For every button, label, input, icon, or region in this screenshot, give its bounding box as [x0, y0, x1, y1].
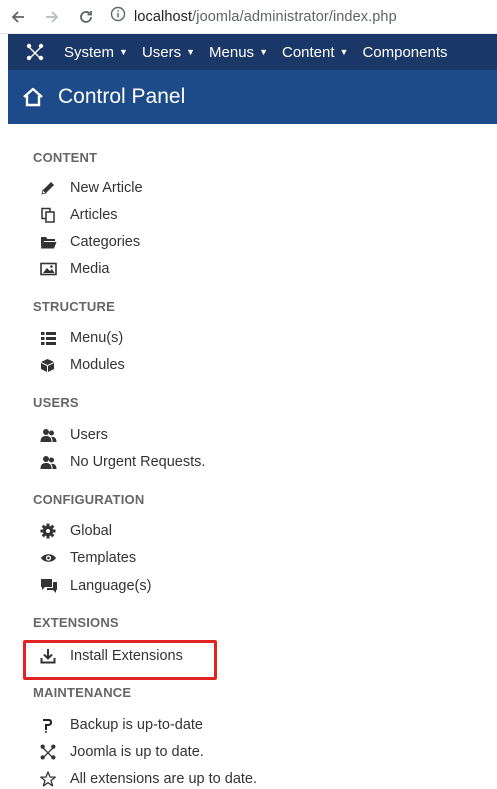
section-title-users: USERS	[33, 395, 79, 410]
info-icon[interactable]	[110, 6, 126, 27]
item-label: Backup is up-to-date	[70, 717, 203, 733]
star-icon	[40, 771, 62, 787]
item-label: Global	[70, 523, 112, 539]
item-articles[interactable]: Articles	[40, 204, 118, 226]
reload-icon[interactable]	[74, 5, 98, 29]
section-title-structure: STRUCTURE	[33, 299, 115, 314]
eye-icon	[40, 552, 62, 564]
joomla-icon	[40, 744, 62, 760]
users-icon	[40, 455, 62, 470]
item-menus[interactable]: Menu(s)	[40, 327, 123, 349]
item-label: Language(s)	[70, 578, 152, 594]
section-title-configuration: CONFIGURATION	[33, 492, 145, 507]
copy-icon	[40, 207, 62, 223]
item-users[interactable]: Users	[40, 424, 108, 446]
item-backup-status[interactable]: Backup is up-to-date	[40, 714, 203, 736]
item-label: New Article	[70, 180, 143, 196]
url-host: localhost	[134, 8, 193, 25]
item-label: Joomla is up to date.	[70, 744, 204, 760]
caret-down-icon: ▼	[186, 47, 196, 57]
home-icon	[22, 86, 44, 108]
menu-system[interactable]: System ▼	[64, 44, 128, 61]
menu-users-label: Users	[141, 43, 182, 61]
item-joomla-update[interactable]: Joomla is up to date.	[40, 741, 204, 763]
item-categories[interactable]: Categories	[40, 231, 140, 253]
comments-icon	[40, 578, 62, 594]
url-text: localhost/joomla/administrator/index.php	[134, 9, 397, 25]
folder-icon	[40, 235, 62, 250]
page-header: Control Panel	[8, 70, 497, 124]
item-modules[interactable]: Modules	[40, 354, 125, 376]
item-label: Templates	[70, 550, 137, 566]
back-arrow-icon[interactable]	[6, 5, 30, 29]
section-title-content: CONTENT	[33, 150, 98, 165]
menu-menus-label: Menus	[209, 43, 255, 61]
pencil-icon	[40, 180, 62, 196]
url-path: /joomla/administrator/index.php	[192, 8, 397, 25]
forward-arrow-icon[interactable]	[40, 5, 64, 29]
akeeba-icon	[40, 717, 62, 733]
menu-users[interactable]: Users ▼	[142, 44, 195, 61]
item-languages[interactable]: Language(s)	[40, 575, 151, 597]
list-icon	[40, 331, 62, 346]
page-title: Control Panel	[58, 85, 186, 108]
menu-menus[interactable]: Menus ▼	[209, 44, 268, 61]
menu-system-label: System	[64, 43, 115, 61]
joomla-logo-icon[interactable]	[20, 34, 50, 70]
item-label: Articles	[70, 207, 118, 223]
cog-icon	[40, 523, 62, 539]
item-extensions-update[interactable]: All extensions are up to date.	[40, 768, 257, 789]
url-field[interactable]: localhost/joomla/administrator/index.php	[110, 4, 397, 30]
item-label: No Urgent Requests.	[70, 454, 206, 470]
item-label: Modules	[70, 357, 125, 373]
menu-components[interactable]: Components	[362, 44, 447, 61]
menu-components-label: Components	[362, 43, 448, 61]
item-label: Media	[70, 261, 110, 277]
item-templates[interactable]: Templates	[40, 547, 136, 569]
caret-down-icon: ▼	[259, 47, 268, 57]
picture-icon	[40, 262, 62, 276]
cube-icon	[40, 358, 62, 373]
caret-down-icon: ▼	[339, 47, 349, 57]
item-label: All extensions are up to date.	[70, 771, 258, 787]
caret-down-icon: ▼	[119, 47, 128, 57]
section-title-maintenance: MAINTENANCE	[33, 685, 132, 700]
admin-menubar: System ▼ Users ▼ Menus ▼ Content ▼ Component…	[8, 34, 497, 70]
item-label: Menu(s)	[70, 330, 124, 346]
item-urgent-requests[interactable]: No Urgent Requests.	[40, 451, 205, 473]
users-icon	[40, 428, 62, 443]
section-title-extensions: EXTENSIONS	[33, 615, 119, 630]
browser-address-bar: localhost/joomla/administrator/index.php	[0, 0, 497, 34]
item-global[interactable]: Global	[40, 520, 112, 542]
menu-content-label: Content	[281, 43, 335, 61]
item-media[interactable]: Media	[40, 258, 110, 280]
item-label: Categories	[70, 234, 141, 250]
item-label: Users	[70, 427, 108, 443]
item-new-article[interactable]: New Article	[40, 177, 143, 199]
menu-content[interactable]: Content ▼	[282, 44, 348, 61]
highlight-box	[23, 640, 217, 680]
